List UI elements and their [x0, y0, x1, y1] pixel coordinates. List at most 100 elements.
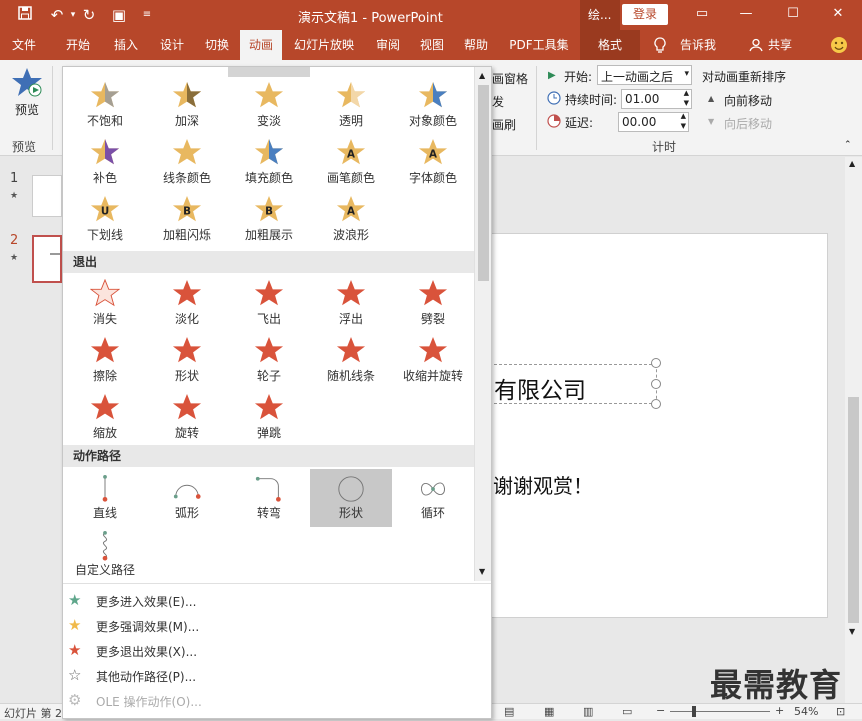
effect-star-disappear[interactable]: 消失: [64, 275, 146, 333]
duration-stepper[interactable]: 01.00 ▲ ▼: [621, 89, 692, 109]
tab-insert[interactable]: 插入: [106, 30, 146, 60]
zoom-in-icon[interactable]: +: [775, 704, 784, 717]
more-effects-item[interactable]: ⚙ OLE 操作动作(O)...: [63, 688, 491, 713]
gallery-scroll-thumb[interactable]: [478, 85, 489, 281]
title-textbox[interactable]: 有限公司: [489, 364, 657, 404]
scroll-down-icon[interactable]: ▼: [479, 567, 485, 576]
more-effects-item[interactable]: ★ 更多退出效果(X)...: [63, 638, 491, 663]
effect-star-transparency[interactable]: 透明: [310, 77, 392, 135]
effect-star-float-out[interactable]: 浮出: [310, 275, 392, 333]
lightbulb-icon[interactable]: [650, 30, 670, 60]
effect-star-wheel[interactable]: 轮子: [228, 332, 310, 390]
resize-handle[interactable]: [651, 358, 661, 368]
share-button[interactable]: 共享: [764, 30, 796, 60]
move-later-button[interactable]: 向后移动: [724, 115, 772, 132]
delay-stepper[interactable]: 00.00 ▲ ▼: [618, 112, 689, 132]
effect-star-shape[interactable]: 形状: [146, 332, 228, 390]
animation-pane-button[interactable]: 画窗格: [492, 70, 528, 87]
slide-canvas[interactable]: 有限公司 谢谢观赏！: [470, 233, 828, 618]
slide-thumbnail-1[interactable]: [32, 175, 62, 217]
normal-view-icon[interactable]: ▤: [504, 705, 514, 718]
scroll-up-icon[interactable]: ▲: [479, 71, 485, 80]
effect-star-desaturate[interactable]: 不饱和: [64, 77, 146, 135]
reading-view-icon[interactable]: ▥: [583, 705, 593, 718]
effect-star-wave[interactable]: A 波浪形: [310, 191, 392, 249]
zoom-slider-thumb[interactable]: [692, 706, 696, 717]
tab-design[interactable]: 设计: [152, 30, 192, 60]
effect-star-split[interactable]: 劈裂: [392, 275, 474, 333]
move-earlier-button[interactable]: 向前移动: [724, 92, 772, 109]
tab-view[interactable]: 视图: [412, 30, 452, 60]
spin-up-icon[interactable]: ▲: [684, 89, 689, 97]
effect-star-swivel[interactable]: 旋转: [146, 389, 228, 447]
tell-me-search[interactable]: 告诉我: [674, 30, 722, 60]
ribbon-display-icon[interactable]: ▭: [690, 4, 714, 24]
present-icon[interactable]: ▣: [108, 5, 130, 25]
fit-slide-icon[interactable]: ⊡: [836, 705, 845, 718]
effect-star-object-color[interactable]: 对象颜色: [392, 77, 474, 135]
effect-star-underline[interactable]: U 下划线: [64, 191, 146, 249]
sorter-view-icon[interactable]: ▦: [544, 705, 554, 718]
effect-star-fly-out[interactable]: 飞出: [228, 275, 310, 333]
user-icon[interactable]: [746, 30, 766, 60]
tab-help[interactable]: 帮助: [456, 30, 496, 60]
more-effects-item[interactable]: ☆ 其他动作路径(P)...: [63, 663, 491, 688]
effect-star-complementary[interactable]: 补色: [64, 134, 146, 192]
effect-star-wipe[interactable]: 擦除: [64, 332, 146, 390]
effect-star-fill-color[interactable]: 填充颜色: [228, 134, 310, 192]
more-effects-item[interactable]: ★ 更多进入效果(E)...: [63, 588, 491, 613]
animation-painter-button[interactable]: 画刷: [492, 116, 516, 133]
tab-animations[interactable]: 动画: [240, 30, 282, 60]
resize-handle[interactable]: [651, 399, 661, 409]
resize-handle[interactable]: [651, 379, 661, 389]
minimize-icon[interactable]: —: [734, 4, 758, 24]
close-icon[interactable]: ✕: [826, 4, 850, 24]
effect-path-shape[interactable]: 形状: [310, 469, 392, 527]
effect-path-loop[interactable]: 循环: [392, 469, 474, 527]
slide-thumbnail-2[interactable]: [32, 235, 62, 283]
effect-star-shrink-turn[interactable]: 收缩并旋转: [392, 332, 474, 390]
effect-star-darken[interactable]: 加深: [146, 77, 228, 135]
tab-slideshow[interactable]: 幻灯片放映: [290, 30, 358, 60]
scroll-thumb[interactable]: [848, 397, 859, 623]
save-icon[interactable]: [14, 5, 36, 25]
spin-down-icon[interactable]: ▼: [684, 99, 689, 107]
effect-star-bold-reveal[interactable]: B 加粗展示: [228, 191, 310, 249]
smiley-icon[interactable]: [828, 30, 850, 60]
login-button[interactable]: 登录: [622, 4, 668, 25]
collapse-ribbon-icon[interactable]: ⌃: [844, 140, 852, 150]
effect-star-bold-flash[interactable]: B 加粗闪烁: [146, 191, 228, 249]
effect-star-brush-color[interactable]: A 画笔颜色: [310, 134, 392, 192]
gallery-scrollbar[interactable]: ▲ ▼: [474, 67, 491, 581]
effect-path-line[interactable]: 直线: [64, 469, 146, 527]
effect-star-zoom[interactable]: 缩放: [64, 389, 146, 447]
redo-icon[interactable]: ↻: [78, 5, 100, 25]
zoom-slider[interactable]: [670, 706, 770, 717]
tab-transitions[interactable]: 切换: [197, 30, 237, 60]
trigger-button[interactable]: 发: [492, 93, 504, 110]
zoom-out-icon[interactable]: −: [656, 704, 665, 717]
effect-path-arc[interactable]: 弧形: [146, 469, 228, 527]
start-select[interactable]: 上一动画之后 ▾: [597, 65, 692, 85]
effect-star-lighten[interactable]: 变淡: [228, 77, 310, 135]
effect-path-turn[interactable]: 转弯: [228, 469, 310, 527]
more-effects-item[interactable]: ★ 更多强调效果(M)...: [63, 613, 491, 638]
preview-button[interactable]: 预览: [6, 66, 48, 122]
tab-format[interactable]: 格式: [580, 30, 640, 60]
effect-star-bounce[interactable]: 弹跳: [228, 389, 310, 447]
tab-pdf-tools[interactable]: PDF工具集: [504, 30, 574, 60]
maximize-icon[interactable]: ☐: [781, 4, 805, 24]
slideshow-view-icon[interactable]: ▭: [622, 705, 632, 718]
spin-up-icon[interactable]: ▲: [681, 112, 686, 120]
effect-star-random-bars[interactable]: 随机线条: [310, 332, 392, 390]
scroll-down-icon[interactable]: ▼: [849, 627, 855, 636]
zoom-level[interactable]: 54%: [794, 705, 818, 718]
editor-scrollbar[interactable]: ▲ ▼: [845, 157, 862, 703]
effect-star-fade[interactable]: 淡化: [146, 275, 228, 333]
spin-down-icon[interactable]: ▼: [681, 122, 686, 130]
effect-path-custom[interactable]: 自定义路径: [64, 526, 146, 581]
tab-file[interactable]: 文件: [4, 30, 44, 60]
customize-qa-icon[interactable]: ≡: [136, 5, 158, 25]
tab-review[interactable]: 审阅: [368, 30, 408, 60]
scroll-up-icon[interactable]: ▲: [849, 159, 855, 168]
